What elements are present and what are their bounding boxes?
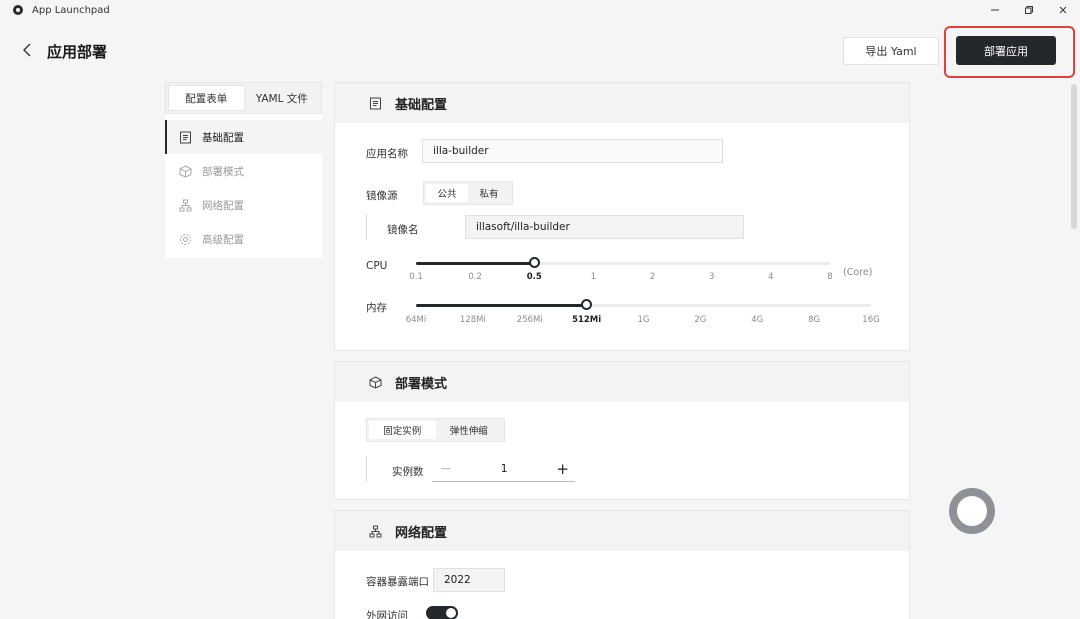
instances-label: 实例数: [392, 466, 424, 478]
slider-tick-label[interactable]: 1G: [638, 315, 650, 325]
cpu-label: CPU: [366, 260, 388, 272]
section-header: 部署模式: [335, 362, 909, 402]
slider-tick-label[interactable]: 4: [768, 272, 773, 282]
restore-icon: [1025, 6, 1033, 14]
section-title: 部署模式: [395, 376, 448, 392]
public-access-toggle[interactable]: [426, 606, 458, 619]
window-controls: [978, 0, 1080, 20]
deploy-app-button[interactable]: 部署应用: [956, 36, 1056, 65]
export-yaml-button[interactable]: 导出 Yaml: [843, 37, 939, 65]
nav-item-deploy-mode[interactable]: 部署模式: [165, 154, 322, 188]
public-access-label: 外网访问: [366, 610, 408, 619]
restore-button[interactable]: [1012, 0, 1046, 20]
title-bar: App Launchpad: [0, 0, 1080, 20]
app-logo-icon: [13, 5, 23, 15]
image-source-label: 镜像源: [366, 190, 398, 202]
indent-line: [366, 214, 367, 240]
slider-tick-label[interactable]: 2: [650, 272, 655, 282]
image-name-label: 镜像名: [387, 224, 419, 236]
network-icon: [179, 199, 192, 211]
slider-tick-label[interactable]: 0.1: [409, 272, 423, 282]
section-header: 网络配置: [335, 511, 909, 551]
close-icon: [1059, 6, 1067, 14]
nav-item-advanced[interactable]: 高级配置: [165, 222, 322, 256]
memory-slider-thumb[interactable]: [581, 299, 593, 310]
slider-tick-label[interactable]: 1: [591, 272, 596, 282]
mode-fixed-instances[interactable]: 固定实例: [369, 421, 436, 439]
slider-tick-label[interactable]: 2G: [694, 315, 706, 325]
instances-value[interactable]: 1: [501, 462, 508, 475]
nav-tabs: 配置表单 YAML 文件: [165, 82, 322, 114]
slider-tick-label[interactable]: 8: [827, 272, 832, 282]
app-name-label: 应用名称: [366, 148, 408, 160]
basic-config-section: 基础配置 应用名称 illa-builder 镜像源 公共 私有 镜像名 ill…: [334, 82, 910, 351]
slider-tick-label[interactable]: 4G: [751, 315, 763, 325]
port-label: 容器暴露端口: [366, 576, 429, 588]
gear-icon: [180, 233, 191, 245]
indent-line: [366, 456, 367, 482]
increment-button[interactable]: +: [556, 460, 575, 478]
instances-stepper: − 1 +: [432, 456, 575, 482]
nav-item-label: 基础配置: [202, 131, 244, 144]
memory-label: 内存: [366, 302, 387, 314]
network-config-section: 网络配置 容器暴露端口 2022 外网访问: [334, 510, 910, 619]
app-name-input[interactable]: illa-builder: [422, 139, 723, 163]
slider-tick-label[interactable]: 64Mi: [406, 315, 427, 325]
tab-yaml-file[interactable]: YAML 文件: [245, 85, 320, 111]
section-header: 基础配置: [335, 83, 909, 123]
image-name-input[interactable]: illasoft/illa-builder: [465, 215, 744, 239]
nav-item-label: 网络配置: [202, 199, 244, 212]
floating-assistant-button[interactable]: [949, 488, 995, 534]
window-title: App Launchpad: [32, 4, 110, 16]
mode-autoscaling[interactable]: 弹性伸缩: [436, 421, 503, 439]
image-source-segment: 公共 私有: [423, 181, 513, 205]
slider-tick-label[interactable]: 16G: [862, 315, 879, 325]
cpu-unit: (Core): [843, 267, 873, 278]
tab-form-config[interactable]: 配置表单: [168, 85, 245, 111]
nav-item-basic[interactable]: 基础配置: [165, 120, 322, 154]
cpu-slider-fill: [416, 262, 535, 265]
image-source-private[interactable]: 私有: [468, 184, 510, 202]
slider-tick-label[interactable]: 8G: [808, 315, 820, 325]
cube-icon: [369, 375, 382, 389]
nav-item-network[interactable]: 网络配置: [165, 188, 322, 222]
document-icon: [370, 97, 381, 109]
scrollbar[interactable]: [1071, 84, 1077, 229]
page-title: 应用部署: [47, 43, 108, 61]
section-title: 基础配置: [395, 97, 448, 113]
deploy-mode-section: 部署模式 固定实例 弹性伸缩 实例数 − 1 +: [334, 361, 910, 500]
slider-tick-label[interactable]: 0.2: [468, 272, 482, 282]
network-icon: [369, 525, 382, 537]
back-arrow-icon[interactable]: [20, 42, 36, 58]
cpu-slider-thumb[interactable]: [528, 257, 540, 268]
nav-list: 基础配置 部署模式 网络配置 高级配置: [165, 120, 322, 256]
slider-tick-label[interactable]: 3: [709, 272, 714, 282]
slider-tick-label[interactable]: 0.5: [527, 272, 542, 282]
slider-tick-label[interactable]: 256Mi: [517, 315, 543, 325]
close-window-button[interactable]: [1046, 0, 1080, 20]
slider-tick-label[interactable]: 512Mi: [572, 315, 601, 325]
image-source-public[interactable]: 公共: [426, 184, 468, 202]
nav-item-label: 部署模式: [202, 165, 244, 178]
port-input[interactable]: 2022: [433, 568, 505, 592]
decrement-button[interactable]: −: [432, 461, 452, 477]
section-title: 网络配置: [395, 525, 448, 541]
slider-tick-label[interactable]: 128Mi: [460, 315, 486, 325]
minimize-button[interactable]: [978, 0, 1012, 20]
cube-icon: [179, 164, 192, 178]
deploy-mode-segment: 固定实例 弹性伸缩: [366, 418, 505, 442]
document-icon: [180, 131, 191, 143]
memory-slider-fill: [416, 304, 587, 307]
nav-item-label: 高级配置: [202, 233, 244, 246]
minimize-icon: [991, 9, 999, 11]
left-nav: 配置表单 YAML 文件 基础配置 部署模式 网络配置 高级配置: [165, 82, 322, 258]
